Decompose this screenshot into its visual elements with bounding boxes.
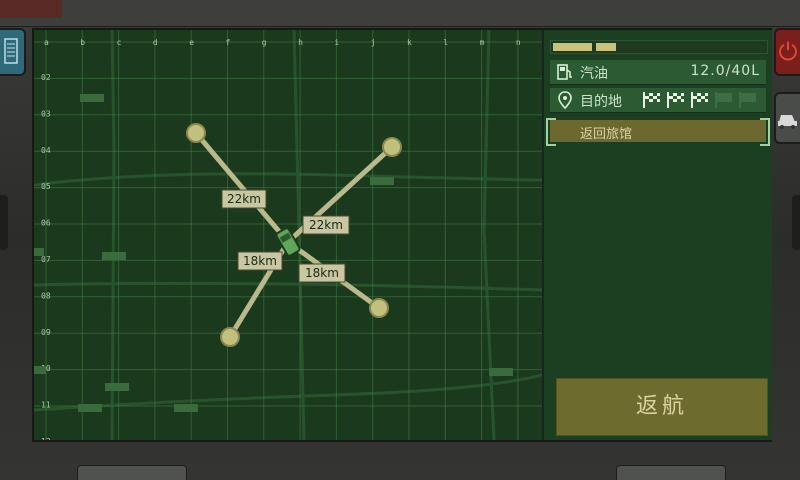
bracket-right [760, 118, 770, 146]
row-label: 04 [41, 146, 51, 155]
flag-inactive-icon [739, 92, 756, 108]
city-map[interactable]: abcdefghijklmn 0203040506070809101112 [34, 30, 542, 440]
row-label: 03 [41, 109, 51, 118]
column-label: h [298, 38, 303, 47]
route-lines [193, 130, 395, 340]
row-label: 11 [41, 401, 51, 410]
fuel-label: 汽油 [580, 66, 608, 82]
map-pin-icon [558, 91, 572, 109]
column-label: l [443, 38, 448, 47]
distance-label: 22km [302, 215, 350, 235]
column-label: a [44, 38, 49, 47]
bracket-left [546, 118, 556, 146]
bottom-right-button[interactable] [616, 465, 726, 480]
destination-flags [642, 91, 764, 109]
clipboard-button[interactable] [0, 28, 26, 76]
distance-label: 22km [221, 189, 267, 209]
column-label: j [371, 38, 376, 47]
column-label: m [480, 38, 485, 47]
fuel-gauge-segment [596, 43, 616, 51]
selected-destination[interactable]: 返回旅馆 [546, 118, 770, 146]
row-label: 08 [41, 291, 51, 300]
checkered-flag-icon [667, 92, 684, 108]
car-button[interactable] [774, 92, 800, 144]
selected-destination-label: 返回旅馆 [580, 127, 633, 142]
row-label: 07 [41, 255, 51, 264]
right-side-handle [792, 195, 800, 250]
destination-node[interactable] [369, 298, 389, 318]
row-label: 02 [41, 73, 51, 82]
column-label: k [407, 38, 412, 47]
destination-label: 目的地 [580, 94, 622, 110]
distance-label: 18km [298, 263, 346, 283]
fuel-value: 12.0/40L [690, 63, 760, 79]
destination-node[interactable] [382, 137, 402, 157]
car-icon [778, 115, 797, 129]
checkered-flag-icon [643, 92, 660, 108]
left-side-handle [0, 195, 8, 250]
destination-node[interactable] [186, 123, 206, 143]
clipboard-icon [4, 38, 18, 64]
checkered-flag-icon [691, 92, 708, 108]
return-button[interactable]: 返航 [556, 378, 768, 436]
destination-node[interactable] [220, 327, 240, 347]
distance-text: 18km [305, 266, 339, 280]
distance-text: 18km [243, 254, 277, 268]
distance-text: 22km [227, 192, 261, 206]
row-label: 09 [41, 328, 51, 337]
top-bar [0, 0, 800, 27]
destination-row: 目的地 [550, 88, 766, 113]
column-label: b [80, 38, 85, 47]
fuel-gauge [550, 40, 768, 54]
power-icon: ⏻ [778, 38, 798, 66]
fuel-pump-icon [557, 64, 572, 80]
column-label: c [117, 38, 122, 47]
top-left-mark [0, 0, 62, 18]
column-label: d [153, 38, 158, 47]
fuel-row: 汽油 12.0/40L [550, 60, 766, 85]
flag-inactive-icon [715, 92, 732, 108]
power-button[interactable]: ⏻ [774, 28, 800, 76]
row-label: 12 [41, 437, 51, 440]
row-label: 05 [41, 182, 51, 191]
row-label: 06 [41, 219, 51, 228]
distance-text: 22km [309, 218, 343, 232]
bottom-left-button[interactable] [77, 465, 187, 480]
column-label: f [226, 38, 231, 47]
info-panel: 汽油 12.0/40L 目的地 返回旅馆 返航 [542, 30, 772, 440]
column-label: i [334, 38, 339, 47]
fuel-gauge-segment [553, 43, 592, 51]
column-label: n [516, 38, 521, 47]
column-label: g [262, 38, 267, 47]
distance-label: 18km [237, 251, 283, 271]
column-label: e [189, 38, 194, 47]
